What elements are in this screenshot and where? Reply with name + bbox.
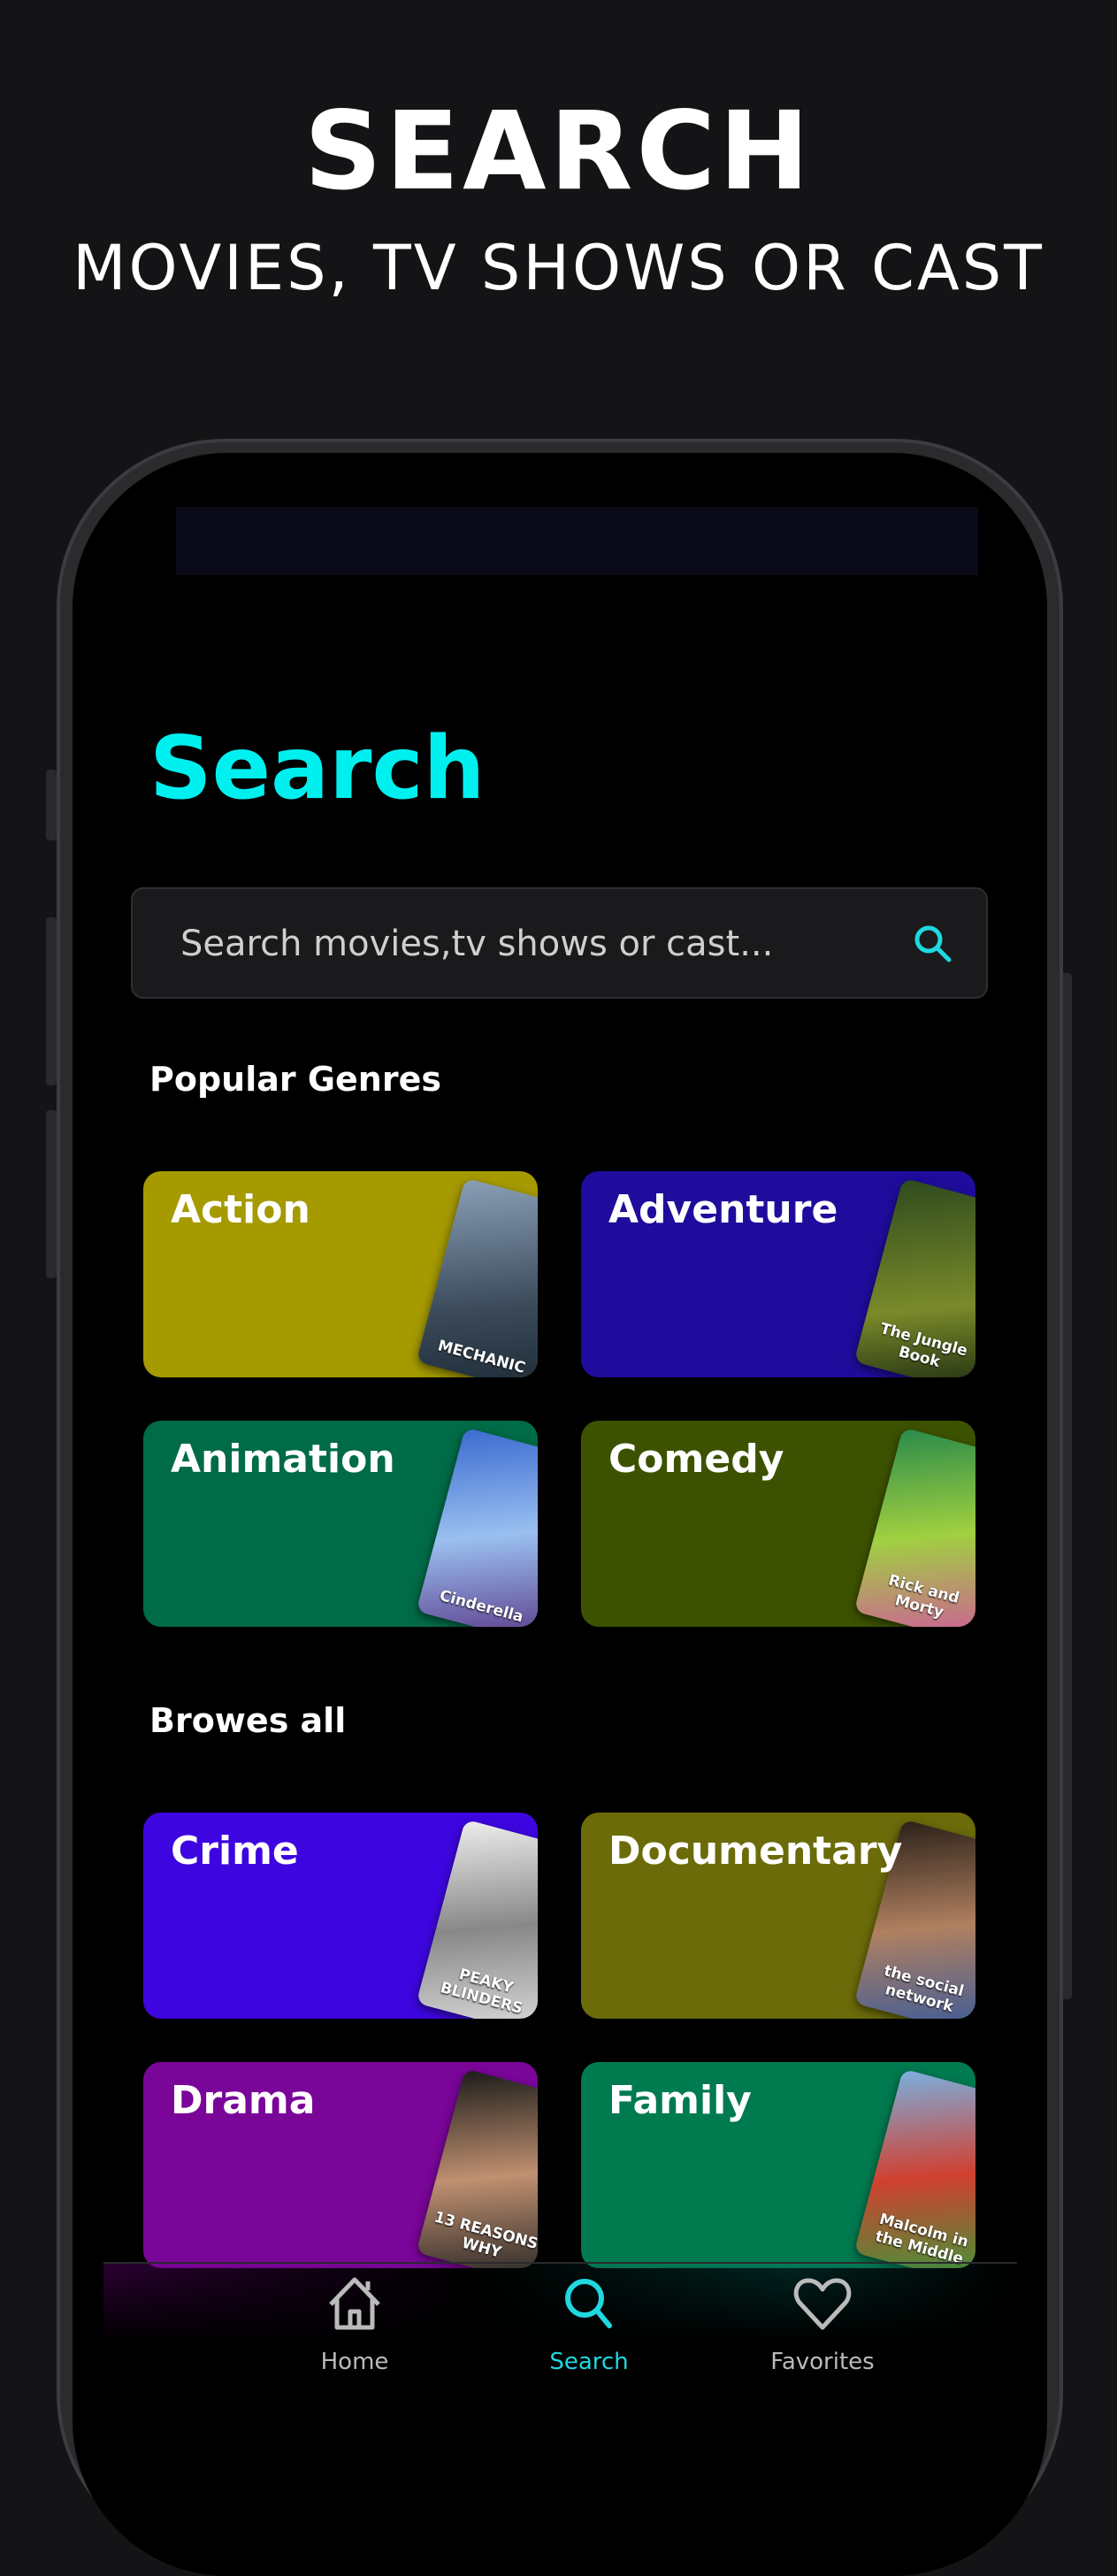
phone-screen: Search Popular Genres Action MECHANIC Adve… [73, 453, 1047, 2576]
genre-poster-image: Rick and Morty [853, 1427, 975, 1627]
genre-label: Drama [171, 2078, 316, 2123]
genre-poster-image: Cinderella [416, 1427, 538, 1627]
genre-poster-image: Malcolm in the Middle [853, 2068, 975, 2268]
volume-up-button [46, 917, 57, 1085]
poster-title: PEAKY BLINDERS [438, 1966, 525, 2019]
poster-title: Rick and Morty [886, 1571, 961, 1622]
poster-title: Cinderella [437, 1586, 525, 1627]
genre-poster-image: 13 REASONS WHY [416, 2068, 538, 2268]
promo-subheadline: MOVIES, TV SHOWS OR CAST [73, 232, 1044, 304]
genre-label: Documentary [608, 1828, 903, 1874]
genre-label: Animation [171, 1437, 395, 1482]
genre-poster-image: PEAKY BLINDERS [416, 1819, 538, 2019]
popular-genres-heading: Popular Genres [149, 1060, 441, 1099]
volume-down-button [46, 1110, 57, 1278]
genre-poster-image: The Jungle Book [853, 1177, 975, 1377]
genre-label: Crime [171, 1828, 299, 1874]
browse-all-heading: Browes all [149, 1701, 347, 1740]
poster-title: the social network [882, 1962, 966, 2017]
mute-switch [46, 770, 57, 840]
genre-label: Comedy [608, 1437, 784, 1482]
poster-title: MECHANIC [435, 1337, 527, 1377]
genre-card-documentary[interactable]: Documentary the social network [581, 1813, 975, 2019]
genre-label: Adventure [608, 1187, 838, 1232]
page-title: Search [149, 718, 486, 819]
genre-label: Action [171, 1187, 310, 1232]
nav-favorites[interactable]: Favorites [734, 2274, 911, 2375]
heart-icon [793, 2278, 852, 2330]
poster-title: Malcolm in the Middle [873, 2210, 971, 2268]
promo-headline: SEARCH [303, 88, 814, 214]
nav-label: Home [320, 2349, 389, 2375]
poster-title: 13 REASONS WHY [432, 2208, 538, 2262]
genre-card-animation[interactable]: Animation Cinderella [143, 1421, 538, 1627]
search-bar[interactable] [131, 887, 988, 999]
nav-label: Favorites [770, 2349, 875, 2375]
search-icon [565, 2279, 612, 2328]
nav-home[interactable]: Home [266, 2274, 443, 2375]
genre-card-adventure[interactable]: Adventure The Jungle Book [581, 1171, 975, 1377]
search-input[interactable] [179, 889, 890, 999]
genre-card-crime[interactable]: Crime PEAKY BLINDERS [143, 1813, 538, 2019]
genre-card-action[interactable]: Action MECHANIC [143, 1171, 538, 1377]
poster-title: The Jungle Book [878, 1320, 970, 1371]
genre-poster-image: MECHANIC [416, 1177, 538, 1377]
genre-label: Family [608, 2078, 752, 2123]
home-icon [329, 2277, 380, 2330]
search-icon[interactable] [912, 923, 954, 965]
status-bar [176, 507, 978, 575]
genre-card-drama[interactable]: Drama 13 REASONS WHY [143, 2062, 538, 2268]
nav-search[interactable]: Search [501, 2274, 677, 2375]
bottom-nav: Home Search Favorites [103, 2262, 1017, 2441]
nav-label: Search [549, 2349, 629, 2375]
genre-card-comedy[interactable]: Comedy Rick and Morty [581, 1421, 975, 1627]
genre-card-family[interactable]: Family Malcolm in the Middle [581, 2062, 975, 2268]
